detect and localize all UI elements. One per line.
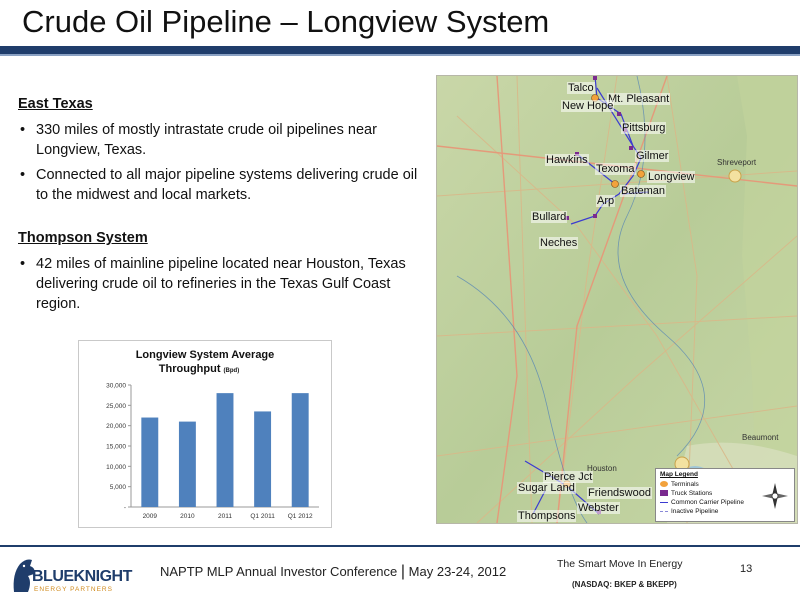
map-label-hawkins: Hawkins <box>545 154 589 166</box>
inactive-pipeline-swatch-icon <box>660 510 668 512</box>
map-label-mt-pleasant: Mt. Pleasant <box>607 93 671 105</box>
x-tick-label: 2010 <box>180 513 195 520</box>
page-number: 13 <box>740 563 753 575</box>
footer-divider <box>0 545 800 547</box>
legend-item-truck-stations: Truck Stations <box>660 490 712 497</box>
throughput-chart: Longview System Average Throughput (Bpd)… <box>78 340 332 528</box>
map-city-beaumont: Beaumont <box>742 433 779 442</box>
map-label-longview: Longview <box>647 171 696 183</box>
y-tick-label: 10,000 <box>106 464 126 471</box>
legend-item-terminals: Terminals <box>660 481 699 488</box>
map-label-talco: Talco <box>567 82 595 94</box>
y-tick-label: 30,000 <box>106 383 126 390</box>
section-heading-thompson: Thompson System <box>18 230 148 246</box>
chart-bar <box>178 421 196 507</box>
compass-rose-icon <box>762 483 788 509</box>
logo-subtitle: ENERGY PARTNERS <box>34 586 113 593</box>
chart-bar <box>141 417 159 507</box>
conference-line: NAPTP MLP Annual Investor Conference | M… <box>160 563 507 580</box>
x-tick-label: Q1 2011 <box>250 513 275 520</box>
map-label-texoma: Texoma <box>595 163 636 175</box>
chart-canvas: Longview System Average Throughput (Bpd)… <box>106 349 319 520</box>
map-label-bullard: Bullard <box>531 211 568 223</box>
logo-wordmark: BLUEKNIGHT <box>32 568 132 585</box>
bullet-dot-icon: • <box>20 167 26 183</box>
chart-title-unit: (Bpd) <box>224 368 240 374</box>
bullet-item: • 330 miles of mostly intrastate crude oi… <box>18 120 418 160</box>
chart-title-line2: Throughput (Bpd) <box>159 363 239 375</box>
chart-bar <box>216 393 234 507</box>
y-tick-label: 15,000 <box>106 444 126 451</box>
bullet-text: Connected to all major pipeline systems … <box>36 167 418 203</box>
x-tick-label: Q1 2012 <box>288 513 313 520</box>
chart-bar <box>254 411 272 507</box>
x-tick-label: 2009 <box>143 513 158 520</box>
page-title: Crude Oil Pipeline – Longview System <box>22 4 550 39</box>
map-label-neches: Neches <box>539 237 579 249</box>
chart-title-text: Throughput <box>159 363 221 375</box>
conference-date: May 23-24, 2012 <box>408 564 507 579</box>
map-legend-title: Map Legend <box>660 471 698 478</box>
map-label-webster: Webster <box>577 502 620 514</box>
conference-name: NAPTP MLP Annual Investor Conference <box>160 564 398 579</box>
y-tick-label: - <box>124 505 126 512</box>
map-city-shreveport: Shreveport <box>717 158 757 167</box>
x-tick-label: 2011 <box>218 513 232 520</box>
chart-bar <box>291 393 309 507</box>
map-legend: Map Legend Terminals Truck Stations Comm… <box>655 468 795 522</box>
bullet-text: 42 miles of mainline pipeline located ne… <box>36 256 406 312</box>
map-label-friendswood: Friendswood <box>587 487 652 499</box>
ticker-symbols: (NASDAQ: BKEP & BKEPP) <box>572 580 677 589</box>
map-label-sugar-land-text: Sugar Land <box>518 482 575 494</box>
bullet-item: • 42 miles of mainline pipeline located n… <box>18 254 418 314</box>
map-label-new-hope: New Hope <box>561 100 615 112</box>
bullet-item: • Connected to all major pipeline systems… <box>18 165 418 205</box>
y-tick-label: 5,000 <box>110 484 127 491</box>
map-label-sugar-land: Sugar Land <box>517 482 576 494</box>
pipeline-map: Shreveport Beaumont Houston Talco Mt. Pl… <box>436 75 798 524</box>
section-heading-east-texas: East Texas <box>18 96 93 112</box>
map-label-thompsons: Thompsons <box>517 510 577 522</box>
terminal-swatch-icon <box>660 481 668 488</box>
title-divider-accent <box>0 54 800 56</box>
map-label-arp: Arp <box>596 195 616 207</box>
bullet-dot-icon: • <box>20 256 26 272</box>
map-label-bateman: Bateman <box>620 185 667 197</box>
tagline: The Smart Move In Energy <box>557 558 683 570</box>
legend-item-common-carrier: Common Carrier Pipeline <box>660 499 744 506</box>
map-canvas <box>437 76 797 523</box>
bullet-text: 330 miles of mostly intrastate crude oil… <box>36 122 377 158</box>
content-text: East Texas • 330 miles of mostly intrasta… <box>18 94 418 319</box>
chart-title-line1: Longview System Average <box>136 349 275 361</box>
legend-item-inactive: Inactive Pipeline <box>660 508 718 515</box>
pipeline-swatch-icon <box>660 501 668 503</box>
title-divider <box>0 46 800 54</box>
y-tick-label: 25,000 <box>106 403 126 410</box>
map-label-pittsburg: Pittsburg <box>621 122 667 134</box>
truck-station-swatch-icon <box>660 490 668 497</box>
shreveport-city-icon <box>728 169 742 183</box>
map-label-gilmer: Gilmer <box>635 150 670 162</box>
bullet-dot-icon: • <box>20 122 26 138</box>
y-tick-label: 20,000 <box>106 423 126 430</box>
